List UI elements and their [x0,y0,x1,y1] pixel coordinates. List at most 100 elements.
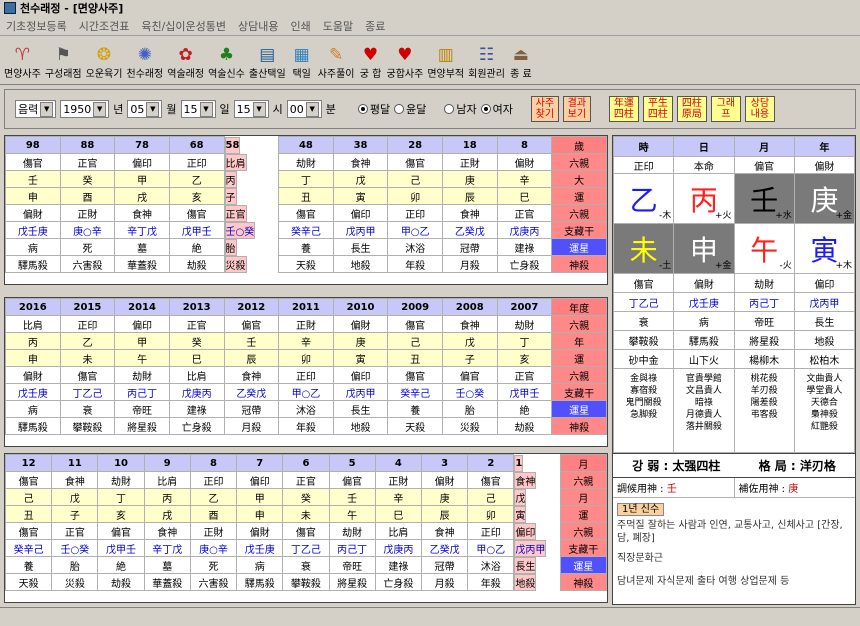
panel3-hidden-cell: 辛丁戊 [143,539,191,557]
panel3-nums-cell: 12 [4,454,53,472]
panel3-sha-cell: 災殺 [51,573,99,591]
radio-male[interactable]: 남자 [444,101,477,117]
menu-item-3[interactable]: 상담내용 [238,18,278,34]
radio-leap-month[interactable]: 윤달 [394,101,426,117]
panel3-sha-cell: 年殺 [467,573,515,591]
calendar-icon: ▦ [293,45,310,65]
toolbar-button-13[interactable]: ⏏ 종 료 [509,43,533,84]
panel1-hidden-cell: 戊壬庚 [5,221,61,239]
panel1-sha-cell: 月殺 [442,255,498,273]
pillar-sinsal: 官貴學館 文昌貴人 暗祿 月德貴人 落井關殺 [673,368,735,453]
year-select[interactable]: 1950 ▼ [60,100,110,118]
panel3-sha-cell: 地殺 [514,573,537,591]
toolbar-button-2[interactable]: ❂ 오운육기 [86,43,123,84]
calendar-select[interactable]: 음력 ▼ [15,100,57,118]
pillar-ten2: 偏財 [673,273,735,293]
panel1-hidden-cell: 乙癸戊 [442,221,498,239]
radio-normal-month[interactable]: 평달 [357,101,390,117]
panel2-sha-cell: 神殺 [551,417,607,435]
year-unit: 년 [113,103,124,116]
toolbar-button-7[interactable]: ▦ 택일 [290,43,314,84]
panel1-sha-cell: 劫殺 [168,255,225,273]
panel3-stage-cell: 冠帶 [420,556,469,574]
panel3-zhi-cell: 丑 [4,505,53,523]
panel1-sha-cell: 驛馬殺 [5,255,61,273]
toolbar-label: 구성래점 [44,69,82,80]
panel3-hidden-cell: 支藏干 [559,539,608,557]
menu-item-5[interactable]: 도움말 [323,18,353,34]
consult-button[interactable]: 상담 내용 [744,96,775,122]
panel2-ten2-cell: 比肩 [168,366,225,384]
find-saju-button[interactable]: 사주 찾기 [530,96,559,122]
fortune-text-1: 주먹질 잘하는 사람과 인연, 교통사고, 신체사고 [간장, 담, 폐장] [617,520,843,544]
month-select[interactable]: 05 ▼ [127,100,163,118]
lifetime-saju-button[interactable]: 平生 四柱 [642,96,673,122]
panel1-nums-cell: 88 [59,136,116,154]
panel2-ten1-cell: 食神 [442,315,498,333]
original-saju-button[interactable]: 四柱 原局 [676,96,707,122]
pillar-stage: 帝旺 [733,311,795,331]
panel3-ten1-cell: 六親 [559,471,608,489]
menu-item-0[interactable]: 기초정보등록 [6,18,67,34]
panel1-gan-cell: 辛 [496,170,553,188]
panel3-zhi-cell: 運 [559,505,608,523]
toolbar-button-10[interactable]: ♥ 궁합사주 [387,43,424,84]
tab-one-year[interactable]: 1년 신수 [617,503,665,516]
toolbar-label: 오운육기 [85,69,123,80]
annual-saju-button[interactable]: 年運 四柱 [608,96,639,122]
radio-female[interactable]: 여자 [480,101,513,117]
panel1-ten2-cell: 偏財 [5,204,61,222]
toolbar-button-5[interactable]: ♣ 역술신수 [208,43,245,84]
panel3-gan-cell: 月 [559,488,608,506]
toolbar-button-0[interactable]: ♈ 면양사주 [4,43,41,84]
toolbar-button-3[interactable]: ✺ 천수래정 [126,43,163,84]
day-select[interactable]: 15 ▼ [180,100,216,118]
toolbar-button-6[interactable]: ▤ 출산택일 [249,43,286,84]
toolbar-button-1[interactable]: ⚑ 구성래점 [45,43,82,84]
panel2-ten2-cell: 傷官 [387,366,443,384]
toolbar-button-8[interactable]: ✎ 사주풀이 [318,43,355,84]
toolbar-label: 출산택일 [248,69,286,80]
panel1-stage-cell: 沐浴 [387,238,443,256]
panel3-nums-cell: 11 [51,454,99,472]
heart-icon: ♥ [362,45,379,65]
panel1-nums-cell: 78 [114,136,170,154]
panel1-zhi-cell: 子 [224,187,237,205]
menu-item-6[interactable]: 종료 [365,18,385,34]
panel3-zhi-cell: 子 [51,505,99,523]
panel1-ten2-cell: 偏印 [332,204,389,222]
panel2-gan-cell: 辛 [278,332,334,350]
view-result-button[interactable]: 결과 보기 [562,96,591,122]
menu-item-4[interactable]: 인쇄 [291,18,311,34]
day-unit: 일 [219,103,230,116]
pillar-ten-god: 偏財 [793,156,856,174]
panel2-ten1-cell: 比肩 [5,315,61,333]
panel2-ten2-cell: 正印 [278,366,334,384]
panel1-zhi-cell: 亥 [168,187,225,205]
pillar-ten2: 傷官 [612,273,675,293]
toolbar-button-12[interactable]: ☷ 회원관리 [468,43,505,84]
flag-icon: ⚑ [55,45,71,65]
panel2-zhi-cell: 寅 [332,349,389,367]
minute-select[interactable]: 00 ▼ [286,100,322,118]
panel3-hidden-cell: 丙己丁 [328,539,376,557]
panel3-gan-cell: 己 [4,488,53,506]
menu-item-1[interactable]: 시간조견표 [79,18,130,34]
panel3-stage-cell: 沐浴 [467,556,515,574]
panel3-gan-cell: 甲 [236,488,284,506]
toolbar-button-4[interactable]: ✿ 역술래정 [167,43,204,84]
panel2-stage-cell: 長生 [332,400,389,418]
toolbar-button-11[interactable]: ▥ 면양부적 [427,43,464,84]
toolbar-button-9[interactable]: ♥ 궁 합 [359,43,383,84]
hour-select[interactable]: 15 ▼ [233,100,269,118]
panel3-ten2-cell: 偏印 [514,522,537,540]
graph-button[interactable]: 그래 프 [710,96,741,122]
chevron-down-icon: ▼ [93,101,107,117]
panel1-nums-cell: 8 [496,136,553,154]
panel3-ten2-cell: 正印 [467,522,515,540]
fortune-text-3: 담녀문제 자식문제 출타 여행 상업문제 등 [617,576,790,587]
panel3-ten2-cell: 偏官 [97,522,145,540]
menu-item-2[interactable]: 육친/십이운성통변 [141,18,226,34]
panel1-stage-cell: 建祿 [496,238,553,256]
panel2-ten2-cell: 偏印 [332,366,389,384]
